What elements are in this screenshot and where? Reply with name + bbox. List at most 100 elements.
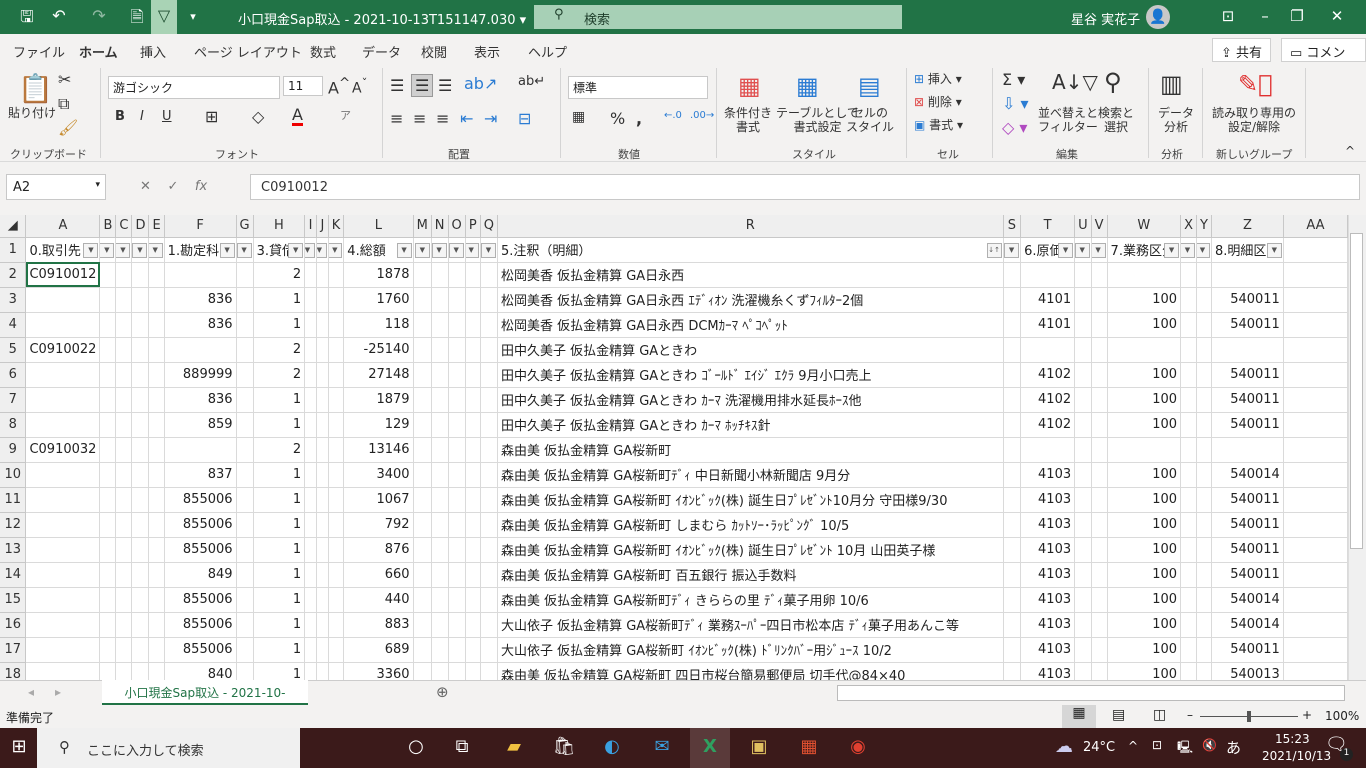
column-header-H[interactable]: H xyxy=(253,215,306,238)
cell-Z[interactable]: 540014 xyxy=(1211,612,1284,638)
app-icon-2[interactable]: ▦ xyxy=(795,736,823,757)
cell-S[interactable] xyxy=(1003,362,1022,388)
filter-dropdown-icon[interactable]: ▼ xyxy=(236,242,252,258)
filter-dropdown-icon[interactable]: ▼ xyxy=(1164,242,1180,258)
font-size-select[interactable]: 11 xyxy=(283,76,323,96)
cell-N[interactable] xyxy=(431,312,449,338)
column-header-B[interactable]: B xyxy=(99,215,117,238)
cell-D[interactable] xyxy=(131,262,150,288)
comment-button[interactable]: ▭ コメント xyxy=(1281,38,1366,80)
cell-Q[interactable] xyxy=(480,562,498,588)
cell-L[interactable]: -25140 xyxy=(343,337,414,363)
cell-T[interactable]: 4101 xyxy=(1020,312,1076,338)
sort-filter-icon[interactable]: ↓↑ xyxy=(986,242,1002,258)
copy-icon[interactable]: ⧉ xyxy=(58,94,69,114)
cell-U[interactable] xyxy=(1074,537,1092,563)
cell-U[interactable] xyxy=(1074,437,1092,463)
cell-L[interactable]: 3360 xyxy=(343,662,414,680)
column-header-Z[interactable]: Z xyxy=(1211,215,1284,238)
show-hidden-icons[interactable]: ^ xyxy=(1128,739,1138,753)
cell-F[interactable]: 855006 xyxy=(164,512,237,538)
cell-W[interactable]: 100 xyxy=(1107,487,1182,513)
clear-icon[interactable]: ◇ ▾ xyxy=(1002,118,1027,137)
tab-formulas[interactable]: 数式 xyxy=(310,42,336,61)
format-painter-icon[interactable]: 🖌 xyxy=(58,118,78,137)
read-only-button[interactable]: 読み取り専用の 設定/解除 xyxy=(1212,106,1296,134)
cell-Y[interactable] xyxy=(1196,287,1212,313)
cell-T[interactable]: 4103 xyxy=(1020,587,1076,613)
cell-R[interactable]: 大山依子 仮払金精算 GA桜新町 ｲｵﾝﾋﾞｯｸ(株) ﾄﾞﾘﾝｸﾊﾞｰ用ｼﾞｭ… xyxy=(497,637,1004,663)
cell-W[interactable]: 100 xyxy=(1107,387,1182,413)
row-header[interactable]: 3 xyxy=(0,287,27,313)
cell-U[interactable] xyxy=(1074,637,1092,663)
cell-L[interactable]: 27148 xyxy=(343,362,414,388)
close-icon[interactable]: ✕ xyxy=(1322,7,1352,25)
file-explorer-icon[interactable]: ▰ xyxy=(500,736,528,757)
cell-V[interactable] xyxy=(1091,637,1108,663)
analyze-data-button[interactable]: データ 分析 xyxy=(1158,106,1194,134)
cell-B[interactable] xyxy=(99,637,117,663)
mail-icon[interactable]: ✉ xyxy=(648,736,676,757)
cell-G[interactable] xyxy=(236,562,254,588)
cell-H[interactable]: 1 xyxy=(253,512,306,538)
filter-dropdown-icon[interactable]: ▼ xyxy=(304,242,315,258)
cell-V[interactable] xyxy=(1091,537,1108,563)
format-as-table-icon[interactable]: ▦ xyxy=(796,72,819,100)
cell-S[interactable] xyxy=(1003,487,1022,513)
cell-Y[interactable] xyxy=(1196,512,1212,538)
cell-G[interactable] xyxy=(236,612,254,638)
cell-H[interactable]: 1 xyxy=(253,612,306,638)
cell-N[interactable] xyxy=(431,612,449,638)
cell-T[interactable] xyxy=(1020,262,1076,288)
filter-dropdown-icon[interactable]: ▼ xyxy=(1180,242,1195,258)
cell-L[interactable]: 13146 xyxy=(343,437,414,463)
cell-U[interactable] xyxy=(1074,287,1092,313)
cell-Y[interactable] xyxy=(1196,337,1212,363)
cell-J[interactable] xyxy=(316,587,329,613)
cell-W[interactable]: 100 xyxy=(1107,512,1182,538)
cell-O[interactable] xyxy=(448,562,466,588)
header-cell-B[interactable]: ▼ xyxy=(99,237,117,263)
cell-B[interactable] xyxy=(99,512,117,538)
cell-D[interactable] xyxy=(131,662,150,680)
cell-U[interactable] xyxy=(1074,462,1092,488)
edge-icon[interactable]: ◐ xyxy=(598,736,626,757)
cell-S[interactable] xyxy=(1003,462,1022,488)
column-header-C[interactable]: C xyxy=(115,215,133,238)
cell-D[interactable] xyxy=(131,437,150,463)
filter-dropdown-icon[interactable]: ▼ xyxy=(288,242,304,258)
cell-C[interactable] xyxy=(115,612,133,638)
cell-Z[interactable]: 540011 xyxy=(1211,287,1284,313)
zoom-slider-thumb[interactable] xyxy=(1247,711,1251,722)
increase-decimal-icon[interactable]: ←.0 xyxy=(664,110,682,121)
header-cell-X[interactable]: ▼ xyxy=(1180,237,1197,263)
cell-Z[interactable]: 540011 xyxy=(1211,312,1284,338)
redo-icon[interactable]: ↷ xyxy=(86,6,112,25)
cell-M[interactable] xyxy=(413,462,432,488)
cell-I[interactable] xyxy=(304,437,317,463)
cell-P[interactable] xyxy=(465,387,481,413)
cell-D[interactable] xyxy=(131,462,150,488)
cell-J[interactable] xyxy=(316,662,329,680)
cell-E[interactable] xyxy=(148,362,165,388)
cell-AA[interactable] xyxy=(1283,537,1348,563)
cell-Q[interactable] xyxy=(480,512,498,538)
cell-I[interactable] xyxy=(304,512,317,538)
cell-E[interactable] xyxy=(148,337,165,363)
excel-taskbar-icon[interactable]: X xyxy=(690,728,730,768)
cell-AA[interactable] xyxy=(1283,387,1348,413)
cell-F[interactable]: 837 xyxy=(164,462,237,488)
cell-O[interactable] xyxy=(448,312,466,338)
filter-dropdown-icon[interactable]: ▼ xyxy=(1091,242,1106,258)
cell-X[interactable] xyxy=(1180,387,1197,413)
insert-function-icon[interactable]: fx xyxy=(195,179,207,194)
cell-H[interactable]: 2 xyxy=(253,262,306,288)
cell-Q[interactable] xyxy=(480,262,498,288)
cell-Q[interactable] xyxy=(480,362,498,388)
cell-R[interactable]: 森由美 仮払金精算 GA桜新町 しまむら ｶｯﾄｿｰ･ﾗｯﾋﾟﾝｸﾞ 10/5 xyxy=(497,512,1004,538)
cell-K[interactable] xyxy=(328,462,345,488)
tab-help[interactable]: ヘルプ xyxy=(528,42,567,61)
cell-W[interactable] xyxy=(1107,337,1182,363)
cell-N[interactable] xyxy=(431,437,449,463)
cell-B[interactable] xyxy=(99,287,117,313)
